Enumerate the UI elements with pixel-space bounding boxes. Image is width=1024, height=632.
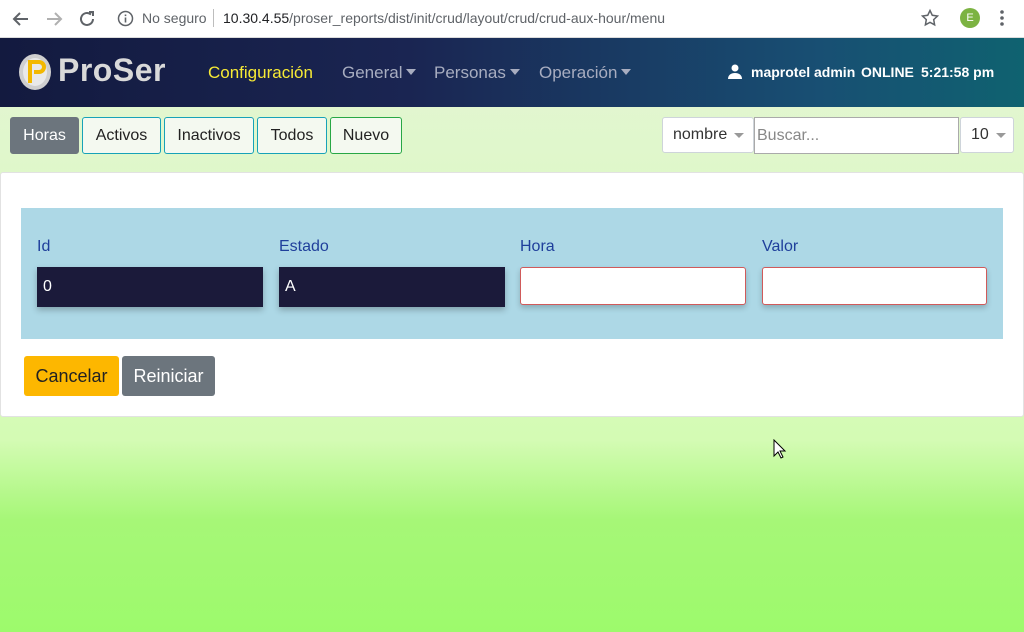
app-navbar: ProSer Configuración General Personas Op… [0,38,1024,107]
reset-button[interactable]: Reiniciar [122,356,215,396]
user-name[interactable]: maprotel admin [751,64,855,80]
todos-button[interactable]: Todos [257,117,327,154]
id-label: Id [37,238,51,255]
chevron-down-icon [734,132,745,138]
user-icon [728,64,742,79]
chevron-down-icon [406,69,417,75]
page-size-select[interactable]: 10 [960,117,1014,153]
security-label[interactable]: No seguro [142,10,207,26]
estado-label: Estado [279,238,329,255]
hora-label: Hora [520,238,555,255]
chevron-down-icon [995,132,1006,138]
more-menu-icon[interactable] [994,8,1010,28]
nav-personas-label: Personas [434,63,506,82]
url-host: 10.30.4.55 [223,10,290,26]
bookmark-star-icon[interactable] [920,8,940,28]
horas-button[interactable]: Horas [10,117,79,154]
nav-general-label: General [342,63,403,82]
forward-arrow-icon[interactable] [44,9,64,29]
nav-personas[interactable]: Personas [434,63,520,83]
chevron-down-icon [621,69,632,75]
mouse-cursor-icon [773,438,787,459]
logo-text[interactable]: ProSer [58,52,166,89]
valor-label: Valor [762,238,799,255]
browser-chrome: No seguro 10.30.4.55/proser_reports/dist… [0,0,1024,38]
valor-field[interactable] [762,267,987,305]
page-size-value: 10 [971,126,989,143]
search-field-value: nombre [673,126,728,143]
back-arrow-icon[interactable] [11,9,31,29]
search-input[interactable] [754,117,959,154]
nav-configuracion[interactable]: Configuración [208,63,313,83]
cancel-button[interactable]: Cancelar [24,356,119,396]
nav-general[interactable]: General [342,63,417,83]
proser-logo-icon[interactable] [18,53,52,91]
activos-button[interactable]: Activos [82,117,161,154]
info-icon[interactable] [117,10,134,27]
nav-operacion[interactable]: Operación [539,63,632,83]
nav-operacion-label: Operación [539,63,618,82]
nuevo-button[interactable]: Nuevo [330,117,402,154]
id-field[interactable]: 0 [37,267,263,307]
status-badge: ONLINE [861,64,914,80]
url-path: /proser_reports/dist/init/crud/layout/cr… [289,10,666,26]
address-bar[interactable]: 10.30.4.55/proser_reports/dist/init/crud… [223,10,665,26]
inactivos-button[interactable]: Inactivos [164,117,254,154]
reload-icon[interactable] [77,9,97,29]
profile-avatar[interactable]: E [960,8,980,28]
chevron-down-icon [509,69,520,75]
estado-field[interactable]: A [279,267,505,307]
clock: 5:21:58 pm [921,64,995,80]
url-separator [213,9,214,27]
search-field-select[interactable]: nombre [662,117,754,153]
hora-field[interactable] [520,267,746,305]
